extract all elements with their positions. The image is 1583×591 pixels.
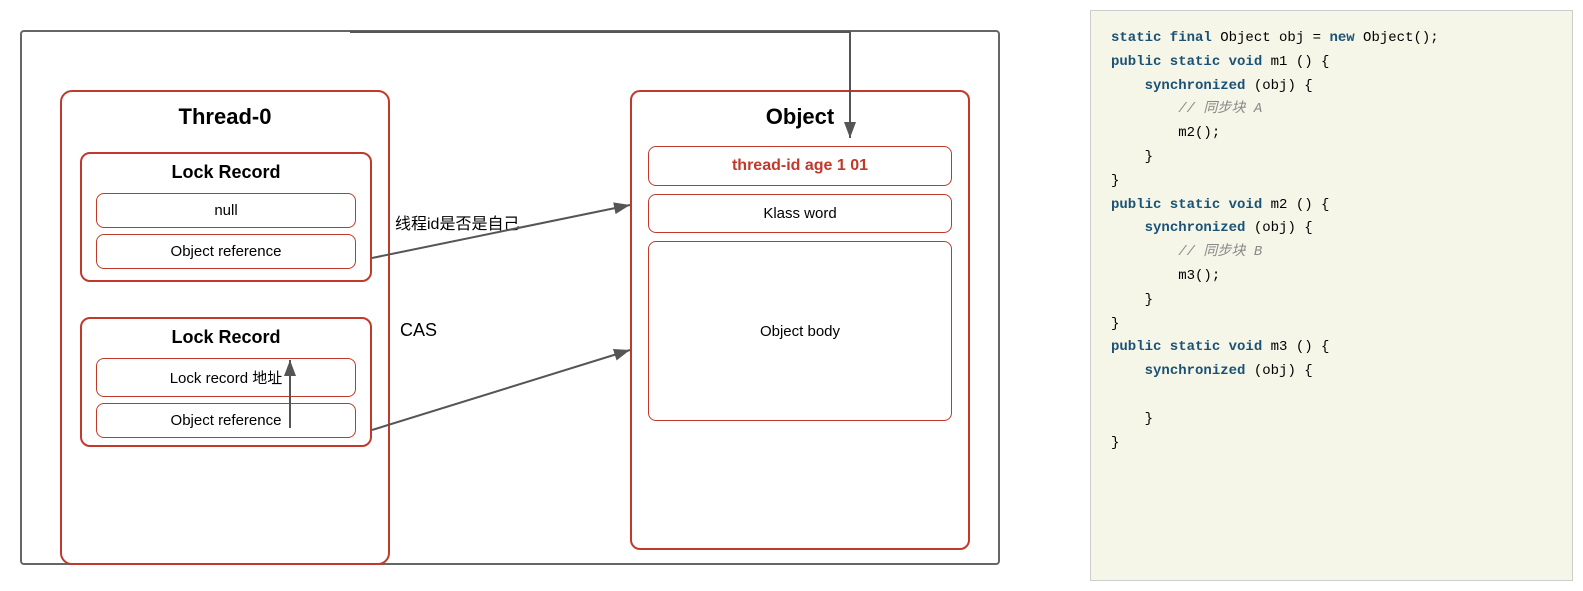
diagram-area: Thread-0 Lock Record null Object referen… (10, 10, 1070, 581)
code-line-8: public static void m2 () { (1111, 194, 1552, 218)
lock-record-2-cell1: Lock record 地址 (96, 358, 356, 397)
code-line-10: // 同步块 B (1111, 241, 1552, 265)
code-text-5: m2 () { (1262, 197, 1329, 213)
lock-record-2: Lock Record Lock record 地址 Object refere… (80, 317, 372, 447)
code-line-11: m3(); (1111, 265, 1552, 289)
kw-new: new (1329, 30, 1354, 46)
kw-static: static final (1111, 30, 1220, 46)
kw-sync-1: synchronized (1145, 78, 1246, 94)
code-line-13: } (1111, 313, 1552, 337)
lock-record-1-title: Lock Record (82, 154, 370, 187)
code-indent-6: m3(); (1111, 268, 1220, 284)
kw-sync-3: synchronized (1145, 363, 1246, 379)
code-line-3: synchronized (obj) { (1111, 75, 1552, 99)
code-line-2: public static void m1 () { (1111, 51, 1552, 75)
code-text-2: Object(); (1355, 30, 1439, 46)
code-line-4: // 同步块 A (1111, 98, 1552, 122)
label-cas: CAS (400, 320, 437, 341)
code-line-5: m2(); (1111, 122, 1552, 146)
thread-title: Thread-0 (62, 92, 388, 138)
kw-public-2: public static void (1111, 197, 1262, 213)
code-line-14: public static void m3 () { (1111, 336, 1552, 360)
comment-2: // 同步块 B (1178, 244, 1262, 260)
code-text-6: (obj) { (1245, 220, 1312, 236)
object-box: Object thread-id age 1 01 Klass word Obj… (630, 90, 970, 550)
code-line-18: } (1111, 432, 1552, 456)
main-container: Thread-0 Lock Record null Object referen… (10, 10, 1573, 581)
object-body-cell: Object body (648, 241, 952, 421)
code-indent-7 (1111, 363, 1145, 379)
code-indent-4 (1111, 220, 1145, 236)
thread-id-cell: thread-id age 1 01 (648, 146, 952, 186)
thread-box: Thread-0 Lock Record null Object referen… (60, 90, 390, 565)
lock-record-2-title: Lock Record (82, 319, 370, 352)
code-line-6: } (1111, 146, 1552, 170)
code-text-1: Object obj = (1220, 30, 1329, 46)
object-title: Object (632, 92, 968, 138)
kw-public-3: public static void (1111, 339, 1262, 355)
label-check: 线程id是否是自己 (395, 210, 519, 234)
code-text-4: (obj) { (1245, 78, 1312, 94)
code-panel: static final Object obj = new Object(); … (1090, 10, 1573, 581)
code-line-7: } (1111, 170, 1552, 194)
code-line-1: static final Object obj = new Object(); (1111, 27, 1552, 51)
code-indent-2 (1111, 101, 1178, 117)
code-text-8: (obj) { (1245, 363, 1312, 379)
lock-record-1-cell1: null (96, 193, 356, 228)
kw-sync-2: synchronized (1145, 220, 1246, 236)
code-text-7: m3 () { (1262, 339, 1329, 355)
code-indent-3: m2(); (1111, 125, 1220, 141)
kw-public-1: public static void (1111, 54, 1262, 70)
code-line-12: } (1111, 289, 1552, 313)
code-line-9: synchronized (obj) { (1111, 217, 1552, 241)
lock-record-1: Lock Record null Object reference (80, 152, 372, 282)
lock-record-2-cell2: Object reference (96, 403, 356, 438)
lock-record-1-cell2: Object reference (96, 234, 356, 269)
code-line-15: synchronized (obj) { (1111, 360, 1552, 384)
klass-cell: Klass word (648, 194, 952, 233)
code-line-16 (1111, 384, 1552, 408)
code-line-17: } (1111, 408, 1552, 432)
code-text-3: m1 () { (1262, 54, 1329, 70)
code-indent-1 (1111, 78, 1145, 94)
code-indent-5 (1111, 244, 1178, 260)
comment-1: // 同步块 A (1178, 101, 1262, 117)
